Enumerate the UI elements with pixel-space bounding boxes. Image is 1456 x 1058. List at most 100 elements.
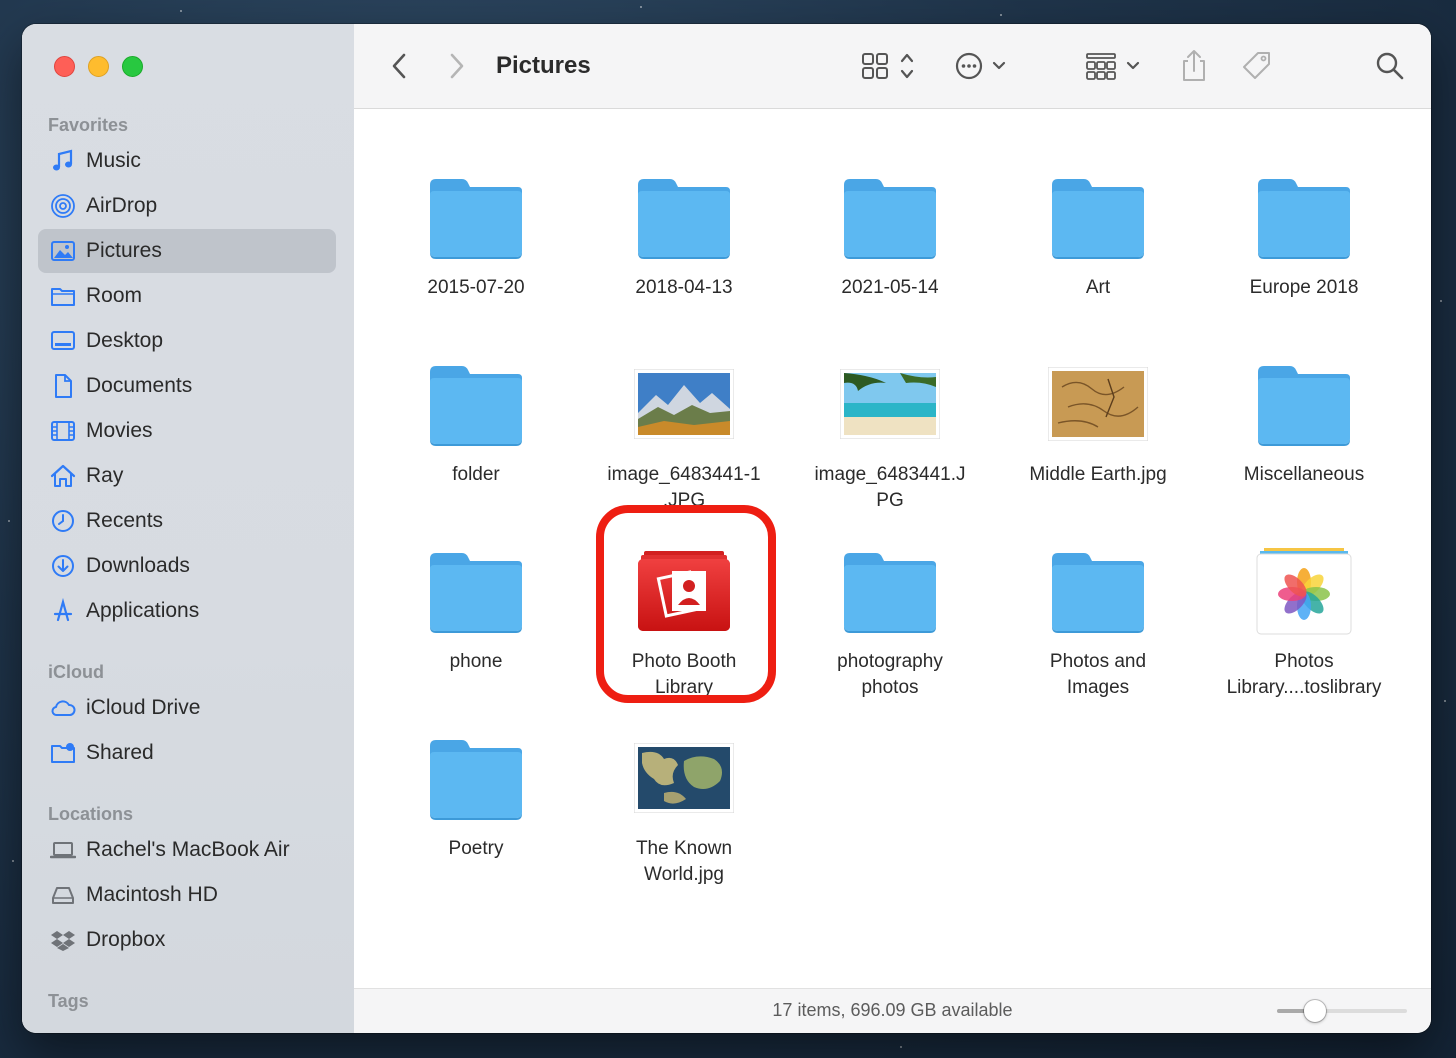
- sidebar-item-label: Ray: [86, 464, 124, 487]
- file-item[interactable]: Photos Library....toslibrary: [1204, 541, 1404, 701]
- sidebar-item-movies[interactable]: Movies: [38, 409, 336, 453]
- sidebar-item-airdrop[interactable]: AirDrop: [38, 184, 336, 228]
- sidebar-item-applications[interactable]: Applications: [38, 589, 336, 633]
- item-thumbnail: [629, 354, 739, 454]
- zoom-button[interactable]: [122, 56, 143, 77]
- folder-item[interactable]: Europe 2018: [1204, 167, 1404, 301]
- sidebar-item-label: Downloads: [86, 554, 190, 577]
- mountain-photo-thumbnail: [634, 369, 734, 439]
- folder-item[interactable]: 2015-07-20: [376, 167, 576, 301]
- folder-icon: [430, 740, 522, 820]
- forward-button[interactable]: [442, 48, 472, 84]
- folder-icon: [844, 179, 936, 259]
- film-icon: [50, 418, 76, 444]
- share-button[interactable]: [1176, 48, 1212, 84]
- folder-icon: [1052, 553, 1144, 633]
- folder-icon: [844, 553, 936, 633]
- tags-header: Tags: [48, 991, 89, 1011]
- item-label: Miscellaneous: [1243, 464, 1365, 485]
- folder-item[interactable]: phone: [376, 541, 576, 675]
- folder-item[interactable]: Miscellaneous: [1204, 354, 1404, 488]
- item-label: Art: [1085, 277, 1111, 298]
- folder-item[interactable]: 2018-04-13: [584, 167, 784, 301]
- sidebar-item-rachel-s-macbook-air[interactable]: Rachel's MacBook Air: [38, 828, 336, 872]
- folder-icon: [430, 179, 522, 259]
- item-thumbnail: [835, 354, 945, 454]
- sidebar-item-desktop[interactable]: Desktop: [38, 319, 336, 363]
- sidebar-item-label: Recents: [86, 509, 164, 532]
- status-text: 17 items, 696.09 GB available: [772, 1000, 1013, 1020]
- photos-library-icon: [1256, 548, 1352, 635]
- item-thumbnail: [1249, 541, 1359, 641]
- sidebar-item-music[interactable]: Music: [38, 139, 336, 183]
- item-label: Europe 2018: [1249, 277, 1359, 298]
- file-item[interactable]: The Known World.jpg: [584, 728, 784, 888]
- sidebar-item-pictures[interactable]: Pictures: [38, 229, 336, 273]
- group-by-button[interactable]: [1084, 48, 1148, 84]
- share-icon: [1183, 50, 1205, 81]
- item-thumbnail: [1043, 541, 1153, 641]
- folder-icon: [430, 553, 522, 633]
- item-label: Middle Earth.jpg: [1029, 464, 1167, 485]
- hard-drive-icon: [50, 882, 76, 908]
- folder-item[interactable]: Art: [998, 167, 1198, 301]
- folder-item[interactable]: photography photos: [790, 541, 990, 701]
- sidebar-item-label: Shared: [86, 741, 154, 764]
- item-label: Photos Library....toslibrary: [1226, 651, 1382, 698]
- sidebar-item-room[interactable]: Room: [38, 274, 336, 318]
- minimize-button[interactable]: [88, 56, 109, 77]
- chevron-left-icon: [392, 53, 406, 79]
- file-item[interactable]: image_6483441.J PG: [790, 354, 990, 514]
- sidebar-item-label: Pictures: [86, 239, 162, 262]
- folder-item[interactable]: Poetry: [376, 728, 576, 862]
- tag-button[interactable]: [1238, 48, 1274, 84]
- folder-icon: [1258, 366, 1350, 446]
- back-button[interactable]: [384, 48, 414, 84]
- tag-icon: [1243, 52, 1270, 79]
- laptop-icon: [50, 837, 76, 863]
- window-title: Pictures: [496, 52, 591, 79]
- file-item[interactable]: image_6483441-1 .JPG: [584, 354, 784, 514]
- close-button[interactable]: [54, 56, 75, 77]
- sidebar-item-label: Documents: [86, 374, 193, 397]
- sidebar-item-macintosh-hd[interactable]: Macintosh HD: [38, 873, 336, 917]
- search-button[interactable]: [1370, 48, 1410, 84]
- folder-item[interactable]: folder: [376, 354, 576, 488]
- icloud-header: iCloud: [48, 662, 104, 682]
- folder-item[interactable]: Photos and Images: [998, 541, 1198, 701]
- view-mode-button[interactable]: [860, 48, 920, 84]
- sidebar-item-documents[interactable]: Documents: [38, 364, 336, 408]
- sidebar-item-shared[interactable]: Shared: [38, 731, 336, 775]
- finder-window: Favorites Music AirDrop Pictures Room Deskto…: [22, 24, 1431, 1033]
- ellipsis-circle-icon: [955, 52, 1006, 80]
- sidebar-item-label: Room: [86, 284, 143, 307]
- document-icon: [50, 373, 76, 399]
- search-icon: [1376, 52, 1404, 80]
- item-thumbnail: [1249, 167, 1359, 267]
- sidebar-item-downloads[interactable]: Downloads: [38, 544, 336, 588]
- item-label: Photos and Images: [1049, 651, 1147, 698]
- desktop-icon: [50, 328, 76, 354]
- sidebar-item-dropbox[interactable]: Dropbox: [38, 918, 336, 962]
- item-label: folder: [452, 464, 500, 485]
- slider-knob[interactable]: [1304, 1000, 1326, 1022]
- action-menu-button[interactable]: [954, 48, 1014, 84]
- sidebar-item-recents[interactable]: Recents: [38, 499, 336, 543]
- folder-item[interactable]: 2021-05-14: [790, 167, 990, 301]
- item-label: phone: [449, 651, 503, 672]
- sidebar-item-ray[interactable]: Ray: [38, 454, 336, 498]
- airdrop-icon: [50, 193, 76, 219]
- file-item[interactable]: Middle Earth.jpg: [998, 354, 1198, 488]
- shared-folder-icon: [50, 740, 76, 766]
- sidebar-item-label: iCloud Drive: [86, 696, 201, 719]
- folder-icon: [430, 366, 522, 446]
- icon-size-slider[interactable]: [1277, 1000, 1407, 1022]
- sidebar-item-label: Dropbox: [86, 928, 166, 951]
- item-label: photography photos: [837, 651, 943, 698]
- photo-booth-highlight-annotation: [596, 505, 776, 703]
- sidebar-item-icloud-drive[interactable]: iCloud Drive: [38, 686, 336, 730]
- folder-icon: [1052, 179, 1144, 259]
- folder-icon: [50, 283, 76, 309]
- sidebar: Favorites Music AirDrop Pictures Room Deskto…: [22, 24, 355, 1033]
- item-label: 2015-07-20: [427, 277, 525, 298]
